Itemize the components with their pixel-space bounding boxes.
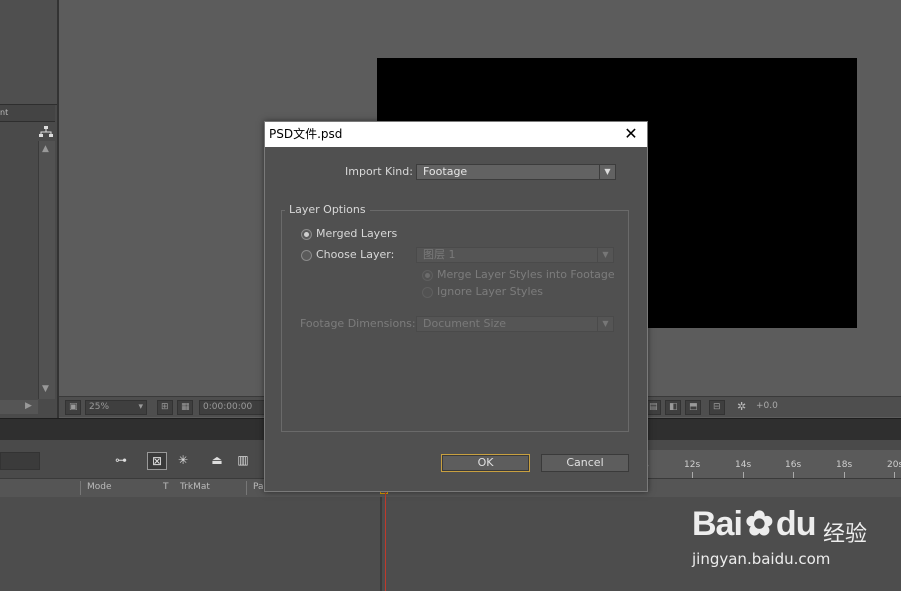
region-of-interest-icon[interactable]: ⬒ (685, 400, 701, 415)
footage-dimensions-label: Footage Dimensions: (300, 317, 416, 330)
baidu-jingyan-watermark: Bai✿du 经验 jingyan.baidu.com (690, 494, 895, 574)
import-kind-dropdown[interactable]: Footage ▼ (416, 164, 616, 180)
scroll-up-arrow-icon[interactable]: ▲ (42, 144, 49, 154)
exposure-value[interactable]: +0.0 (756, 401, 778, 411)
project-scrollbar[interactable]: ▲ ▼ (38, 141, 55, 399)
motion-blur-icon[interactable]: ▥ (234, 452, 252, 468)
column-divider (80, 481, 81, 495)
chevron-down-icon: ▼ (599, 165, 615, 179)
dialog-title-bar[interactable]: PSD文件.psd ✕ (265, 122, 647, 147)
footage-dimensions-value: Document Size (423, 317, 507, 330)
flowchart-icon[interactable] (39, 126, 53, 138)
ignore-styles-label[interactable]: Ignore Layer Styles (437, 285, 543, 298)
project-column-label: nt (0, 108, 9, 117)
merged-layers-radio[interactable] (301, 229, 312, 240)
safe-zones-icon[interactable]: ⊞ (157, 400, 173, 415)
ruler-tick-label: 14s (735, 460, 752, 470)
timecode-display[interactable]: 0:00:00:00 (199, 400, 265, 415)
choose-layer-value: 图层 1 (423, 248, 456, 261)
scroll-down-arrow-icon[interactable]: ▼ (42, 384, 49, 394)
ruler-tick-label: 16s (785, 460, 802, 470)
ruler-tick-label: 20s (887, 460, 901, 470)
watermark-brand-du: du (775, 505, 817, 543)
choose-layer-dropdown[interactable]: 图层 1 ▼ (416, 247, 614, 263)
hide-shy-layers-icon[interactable]: ✳ (174, 452, 192, 468)
footage-dimensions-dropdown[interactable]: Document Size ▼ (416, 316, 614, 332)
merge-styles-radio[interactable] (422, 270, 433, 281)
transparency-grid-icon[interactable]: ⊟ (709, 400, 725, 415)
watermark-url: jingyan.baidu.com (692, 550, 831, 568)
psd-import-dialog: PSD文件.psd ✕ Import Kind: Footage ▼ Layer… (264, 121, 648, 492)
column-trkmat[interactable]: TrkMat (180, 482, 210, 492)
chevron-down-icon: ▾ (138, 402, 143, 412)
project-preview-area (0, 0, 57, 105)
choose-layer-label[interactable]: Choose Layer: (316, 248, 394, 261)
grid-icon[interactable]: ▦ (177, 400, 193, 415)
column-t[interactable]: T (163, 482, 169, 492)
draft-3d-icon[interactable]: ⊠ (147, 452, 167, 470)
merged-layers-label[interactable]: Merged Layers (316, 227, 397, 240)
column-divider (246, 481, 247, 495)
choose-layer-radio[interactable] (301, 250, 312, 261)
close-icon[interactable]: ✕ (621, 124, 641, 144)
frame-blending-icon[interactable]: ⏏ (208, 452, 226, 468)
project-column-header: nt (0, 105, 55, 122)
dialog-title: PSD文件.psd (269, 127, 343, 141)
layer-options-label: Layer Options (285, 203, 370, 216)
show-channel-icon[interactable]: ◧ (665, 400, 681, 415)
preview-icon[interactable]: ▣ (65, 400, 81, 415)
column-mode[interactable]: Mode (87, 482, 112, 492)
import-kind-label: Import Kind: (345, 165, 413, 178)
scroll-right-arrow-icon[interactable]: ▶ (25, 401, 32, 411)
timeline-divider (380, 497, 382, 591)
project-bottom-bar (0, 400, 38, 414)
layer-search-input[interactable] (0, 452, 40, 470)
paw-icon: ✿ (745, 505, 774, 543)
watermark-brand-bai: Bai (692, 505, 743, 543)
zoom-dropdown[interactable]: 25% ▾ (85, 400, 147, 415)
zoom-value: 25% (89, 402, 110, 412)
composition-mini-flowchart-icon[interactable]: ⊶ (112, 452, 130, 468)
watermark-brand: Bai✿du (692, 504, 817, 544)
chevron-down-icon: ▼ (597, 317, 613, 331)
merge-styles-label[interactable]: Merge Layer Styles into Footage (437, 268, 615, 281)
cancel-button[interactable]: Cancel (541, 454, 629, 472)
exposure-icon[interactable]: ✲ (737, 400, 746, 413)
ruler-tick-label: 12s (684, 460, 701, 470)
current-time-indicator[interactable] (385, 484, 386, 591)
chevron-down-icon: ▼ (597, 248, 613, 262)
timecode-value: 0:00:00:00 (203, 402, 253, 412)
ignore-styles-radio[interactable] (422, 287, 433, 298)
ok-button[interactable]: OK (441, 454, 530, 472)
watermark-cn: 经验 (823, 522, 868, 547)
project-panel: nt ▲ ▼ ▶ (0, 0, 59, 418)
import-kind-value: Footage (423, 165, 468, 178)
ruler-tick-label: 18s (836, 460, 853, 470)
